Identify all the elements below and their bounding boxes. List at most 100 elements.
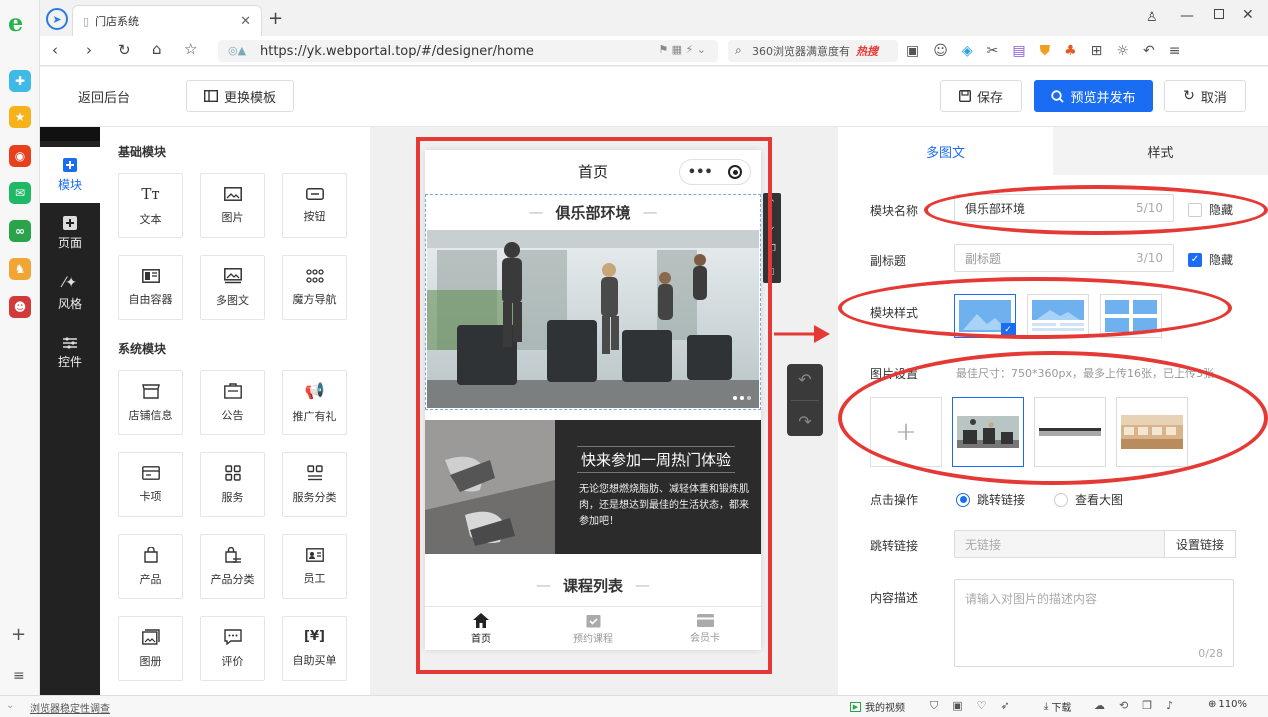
gamepad-icon[interactable]: ♣ [1064,43,1077,59]
radio-empty-icon [1054,492,1068,507]
change-template-button[interactable]: 更换模板 [186,80,294,112]
nav-item-modules[interactable]: 模块 [40,147,100,203]
shield-icon[interactable]: ⛊ [1040,43,1051,59]
radio-view-large[interactable]: 查看大图 [1054,491,1123,508]
option-view-label: 查看大图 [1075,493,1124,507]
game-icon[interactable]: ♞ [9,258,31,280]
bookmark-star-icon[interactable]: ☆ [184,40,197,58]
heart-icon[interactable]: ♡ [977,699,987,713]
panda-icon[interactable]: ☻ [9,296,31,318]
module-tile-multi-image[interactable]: 多图文 [200,255,265,320]
undo-icon[interactable]: ↶ [1143,43,1155,59]
weibo-icon[interactable]: ◉ [9,145,31,167]
back-to-admin-link[interactable]: 返回后台 [78,87,130,106]
rocket-icon[interactable]: ➶ [1001,699,1010,713]
set-link-button[interactable]: 设置链接 [1164,530,1236,558]
module-tile-service[interactable]: 服务 [200,452,265,517]
module-tile-cube-nav[interactable]: 魔方导航 [282,255,347,320]
undo-arrow-icon[interactable]: ↶ [798,370,811,389]
multi-image-icon [223,267,242,284]
navigation-compass-icon[interactable]: ➤ [46,8,68,30]
module-tile-image[interactable]: 图片 [200,173,265,238]
window-close-icon[interactable]: ✕ [1242,7,1254,23]
notes-icon[interactable]: ▤ [1012,43,1025,59]
zoom-control[interactable]: ⊕ 110% [1208,699,1247,710]
jump-link-input[interactable]: 无链接 [954,530,1166,558]
preview-publish-button[interactable]: 预览并发布 [1034,80,1153,112]
module-tile-button[interactable]: 按钮 [282,173,347,238]
download-button[interactable]: ⤓ 下载 [1044,699,1071,714]
description-textarea[interactable]: 请输入对图片的描述内容 0/28 [954,579,1234,667]
module-tile-product-category[interactable]: 产品分类 [200,534,265,599]
my-video-button[interactable]: ▶ 我的视频 [850,699,905,714]
module-tile-self-pay[interactable]: [¥] 自助买单 [282,616,347,681]
radio-jump-link[interactable]: 跳转链接 [956,491,1025,508]
mail-icon[interactable]: ✉ [9,182,31,204]
expand-icon[interactable]: ⌄ [6,700,14,711]
nav-item-controls[interactable]: 控件 [40,325,100,381]
cloud-icon[interactable]: ☁ [1094,699,1105,712]
module-tile-store-info[interactable]: 店铺信息 [118,370,183,435]
sidebar-app-icon[interactable]: ✚ [9,70,31,92]
status-left-link[interactable]: 浏览器稳定性调查 [30,700,110,715]
module-tile-promotion[interactable]: 📢 推广有礼 [282,370,347,435]
module-tile-notice[interactable]: 公告 [200,370,265,435]
reload-icon[interactable]: ↻ [118,41,131,59]
browser-menu-icon[interactable]: ≡ [1169,43,1181,59]
url-input[interactable]: ◎▲ https://yk.webportal.top/#/designer/h… [218,40,718,62]
image-icon[interactable]: ▣ [952,699,962,713]
module-label: 自助买单 [292,654,337,667]
maximize-icon[interactable] [1214,9,1224,19]
add-sidebar-icon[interactable]: + [11,624,26,645]
description-label: 内容描述 [870,591,919,605]
home-icon[interactable]: ⌂ [152,40,162,58]
hide-label: 隐藏 [1209,253,1234,267]
news-icon[interactable]: ▣ [906,43,919,59]
nav-item-pages[interactable]: 页面 [40,205,100,261]
search-icon: ⌕ [735,43,742,57]
hide-subtitle-checkbox[interactable]: ✓ 隐藏 [1188,251,1233,268]
url-tools-icon[interactable]: ⚑ ▦ ⚡ ⌄ [658,43,706,56]
favorites-star-icon[interactable]: ★ [9,106,31,128]
translate-icon[interactable]: ⟲ [1119,699,1128,712]
window-icon[interactable]: ❐ [1142,699,1152,712]
subtitle-input[interactable]: 副标题 3/10 [954,244,1174,272]
shirt-skin-icon[interactable]: ♙ [1146,10,1158,25]
tab-close-icon[interactable]: ✕ [240,14,251,29]
module-tile-card[interactable]: 卡项 [118,452,183,517]
module-label: 员工 [303,571,326,585]
designer-left-nav: 模块 页面 ⁄✦ 风格 控件 [40,127,100,695]
volume-icon[interactable]: ♪ [1166,699,1173,712]
forward-icon[interactable]: › [86,41,92,59]
module-tile-album[interactable]: 图册 [118,616,183,681]
module-tile-free-container[interactable]: 自由容器 [118,255,183,320]
brightness-icon[interactable]: ☼ [1116,43,1129,59]
cancel-button[interactable]: ↻ 取消 [1164,80,1246,112]
redo-arrow-icon[interactable]: ↷ [798,412,811,431]
module-tile-product[interactable]: 产品 [118,534,183,599]
apps-grid-icon[interactable]: ⊞ [1091,43,1103,59]
download-label: 下载 [1051,703,1072,714]
nav-item-style[interactable]: ⁄✦ 风格 [40,265,100,321]
chat-icon[interactable]: ☺ [933,43,948,59]
link-icon[interactable]: ∞ [9,220,31,242]
extension-icon[interactable]: ◈ [962,43,973,59]
menu-list-icon[interactable]: ≡ [13,668,25,684]
save-button[interactable]: 保存 [940,80,1022,112]
scissors-icon[interactable]: ✂ [987,43,999,59]
shield-icon[interactable]: ⛉ [930,699,938,713]
annotation-ellipse-style [838,277,1232,339]
browser-search-input[interactable]: ⌕ 360浏览器满意度有 热搜 [728,40,898,62]
module-tile-staff[interactable]: 员工 [282,534,347,599]
module-tile-service-category[interactable]: 服务分类 [282,452,347,517]
module-label: 魔方导航 [292,292,337,306]
module-tile-review[interactable]: 评价 [200,616,265,681]
jump-link-value: 无链接 [965,537,1002,552]
tab-multi-image[interactable]: 多图文 [838,127,1053,175]
module-tile-text[interactable]: Tт 文本 [118,173,183,238]
minimize-icon[interactable]: — [1180,8,1194,24]
browser-tab[interactable]: ▯ 门店系统 ✕ [72,5,262,36]
tab-style[interactable]: 样式 [1053,127,1268,175]
back-icon[interactable]: ‹ [52,41,58,59]
new-tab-icon[interactable]: + [268,8,283,29]
